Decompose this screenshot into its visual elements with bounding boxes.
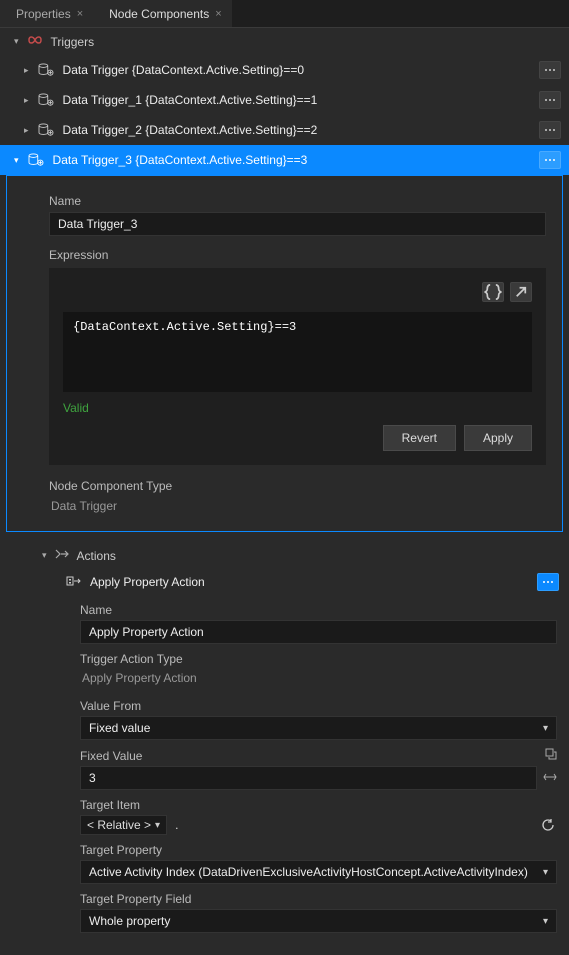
fixed-value-label: Fixed Value bbox=[80, 748, 557, 763]
name-label: Name bbox=[49, 194, 546, 208]
apply-button[interactable]: Apply bbox=[464, 425, 532, 451]
target-property-label: Target Property bbox=[80, 843, 557, 857]
target-item-label: Target Item bbox=[80, 798, 557, 812]
tab-node-components[interactable]: Node Components × bbox=[93, 0, 232, 27]
tab-properties[interactable]: Properties × bbox=[0, 0, 93, 27]
chevron-down-icon bbox=[42, 550, 47, 561]
refresh-icon[interactable] bbox=[539, 816, 557, 834]
target-property-field-select[interactable]: Whole property ▾ bbox=[80, 909, 557, 933]
more-button[interactable] bbox=[539, 151, 561, 169]
trigger-label: Data Trigger_1 {DataContext.Active.Setti… bbox=[63, 93, 531, 107]
actions-label: Actions bbox=[77, 549, 116, 563]
chevron-right-icon[interactable] bbox=[24, 65, 29, 76]
database-icon bbox=[37, 93, 55, 107]
target-property-field-label: Target Property Field bbox=[80, 892, 557, 906]
validation-status: Valid bbox=[63, 401, 532, 415]
expression-label: Expression bbox=[49, 248, 546, 262]
expression-box: Valid Revert Apply bbox=[49, 268, 546, 465]
more-button[interactable] bbox=[537, 573, 559, 591]
component-type-label: Node Component Type bbox=[49, 479, 546, 493]
value-from-label: Value From bbox=[80, 699, 557, 713]
target-item-path: . bbox=[171, 818, 535, 832]
database-icon bbox=[37, 123, 55, 137]
action-properties: Name Trigger Action Type Apply Property … bbox=[0, 597, 569, 947]
actions-section: Actions Apply Property Action Name Trigg… bbox=[0, 536, 569, 955]
triggers-label: Triggers bbox=[51, 35, 95, 49]
trigger-label: Data Trigger {DataContext.Active.Setting… bbox=[63, 63, 531, 77]
tab-node-components-label: Node Components bbox=[109, 7, 209, 21]
value-from-value: Fixed value bbox=[89, 721, 150, 735]
action-label: Apply Property Action bbox=[90, 575, 529, 589]
trigger-label: Data Trigger_3 {DataContext.Active.Setti… bbox=[53, 153, 531, 167]
value-from-select[interactable]: Fixed value ▾ bbox=[80, 716, 557, 740]
actions-arrow-icon bbox=[55, 548, 69, 563]
revert-button[interactable]: Revert bbox=[383, 425, 456, 451]
chevron-down-icon: ▾ bbox=[543, 723, 548, 734]
trigger-row[interactable]: Data Trigger_2 {DataContext.Active.Setti… bbox=[0, 115, 569, 145]
drag-handle-icon[interactable] bbox=[543, 771, 557, 785]
triggers-infinity-icon bbox=[27, 34, 43, 49]
chevron-right-icon[interactable] bbox=[24, 125, 29, 136]
fixed-value-input[interactable] bbox=[80, 766, 537, 790]
target-property-value: Active Activity Index (DataDrivenExclusi… bbox=[89, 865, 528, 879]
chevron-down-icon[interactable] bbox=[14, 155, 19, 166]
chevron-right-icon[interactable] bbox=[24, 95, 29, 106]
tab-properties-label: Properties bbox=[16, 7, 71, 21]
trigger-action-type-value: Apply Property Action bbox=[80, 669, 557, 691]
braces-icon[interactable] bbox=[482, 282, 504, 302]
more-button[interactable] bbox=[539, 121, 561, 139]
trigger-row[interactable]: Data Trigger_1 {DataContext.Active.Setti… bbox=[0, 85, 569, 115]
tab-bar: Properties × Node Components × bbox=[0, 0, 569, 28]
target-property-field-value: Whole property bbox=[89, 914, 170, 928]
chevron-down-icon: ▾ bbox=[155, 820, 160, 831]
chevron-down-icon: ▾ bbox=[543, 916, 548, 927]
triggers-header[interactable]: Triggers bbox=[0, 28, 569, 55]
name-label: Name bbox=[80, 603, 557, 617]
more-button[interactable] bbox=[539, 91, 561, 109]
actions-header[interactable]: Actions bbox=[0, 544, 569, 567]
target-item-chip[interactable]: < Relative > ▾ bbox=[80, 815, 167, 835]
trigger-detail-panel: Name Expression Valid Revert Apply Node … bbox=[6, 175, 563, 532]
trigger-row-selected[interactable]: Data Trigger_3 {DataContext.Active.Setti… bbox=[0, 145, 569, 175]
apply-action-icon bbox=[66, 574, 82, 591]
trigger-label: Data Trigger_2 {DataContext.Active.Setti… bbox=[63, 123, 531, 137]
name-input[interactable] bbox=[80, 620, 557, 644]
popout-icon[interactable] bbox=[510, 282, 532, 302]
close-icon[interactable]: × bbox=[215, 8, 221, 20]
action-row[interactable]: Apply Property Action bbox=[0, 567, 569, 597]
expression-code[interactable] bbox=[63, 312, 532, 392]
name-input[interactable] bbox=[49, 212, 546, 236]
database-icon bbox=[37, 63, 55, 77]
chevron-down-icon: ▾ bbox=[543, 867, 548, 878]
component-type-value: Data Trigger bbox=[49, 497, 546, 519]
more-button[interactable] bbox=[539, 61, 561, 79]
target-property-select[interactable]: Active Activity Index (DataDrivenExclusi… bbox=[80, 860, 557, 884]
trigger-row[interactable]: Data Trigger {DataContext.Active.Setting… bbox=[0, 55, 569, 85]
trigger-action-type-label: Trigger Action Type bbox=[80, 652, 557, 666]
link-icon[interactable] bbox=[545, 748, 557, 763]
chevron-down-icon bbox=[14, 36, 19, 47]
database-icon bbox=[27, 153, 45, 167]
close-icon[interactable]: × bbox=[77, 8, 83, 20]
